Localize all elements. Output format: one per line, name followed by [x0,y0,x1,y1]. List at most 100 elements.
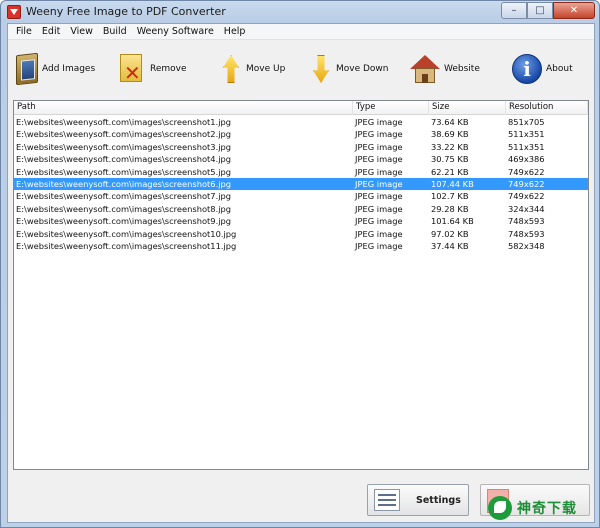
settings-label: Settings [416,494,461,506]
move-up-label: Move Up [246,64,286,74]
type-cell: JPEG image [355,228,403,239]
arrow-up-icon [220,53,242,85]
table-row[interactable]: E:\websites\weenysoft.com\images\screens… [14,190,588,202]
size-cell: 102.7 KB [431,191,469,202]
size-cell: 30.75 KB [431,154,469,165]
table-row[interactable]: E:\websites\weenysoft.com\images\screens… [14,128,588,140]
size-cell: 73.64 KB [431,117,469,127]
resolution-cell: 511x351 [508,141,545,152]
resolution-cell: 748x593 [508,216,545,227]
image-list[interactable]: Path Type Size Resolution E:\websites\we… [13,100,589,470]
table-row[interactable]: E:\websites\weenysoft.com\images\screens… [14,228,588,240]
add-images-label: Add Images [42,64,96,74]
move-down-button[interactable]: Move Down [310,49,389,89]
document-remove-icon: ✕ [120,54,146,84]
size-cell: 38.69 KB [431,129,469,140]
path-cell: E:\websites\weenysoft.com\images\screens… [16,129,232,140]
window-title: Weeny Free Image to PDF Converter [26,5,226,18]
size-cell: 97.02 KB [431,228,469,239]
path-cell: E:\websites\weenysoft.com\images\screens… [16,178,232,189]
path-cell: E:\websites\weenysoft.com\images\screens… [16,203,232,214]
list-body: E:\websites\weenysoft.com\images\screens… [14,116,588,252]
maximize-button[interactable]: □ [527,2,553,19]
resolution-cell: 511x351 [508,129,545,140]
client-area: File Edit View Build Weeny Software Help… [7,23,595,523]
path-cell: E:\websites\weenysoft.com\images\screens… [16,166,232,177]
menu-build[interactable]: Build [98,26,132,37]
window-controls: – □ ✕ [501,2,595,19]
arrow-down-icon [310,53,332,85]
type-cell: JPEG image [355,141,403,152]
resolution-cell: 582x348 [508,240,545,251]
resolution-cell: 324x344 [508,203,545,214]
settings-list-icon [374,489,400,511]
resolution-cell: 749x622 [508,178,545,189]
house-icon [410,53,440,85]
app-window: Weeny Free Image to PDF Converter – □ ✕ … [0,0,600,528]
about-label: About [546,64,573,74]
settings-button[interactable]: Settings [367,484,469,516]
type-cell: JPEG image [355,166,403,177]
path-cell: E:\websites\weenysoft.com\images\screens… [16,141,232,152]
type-cell: JPEG image [355,117,403,127]
red-x-mark: ✕ [124,61,141,85]
column-header-path[interactable]: Path [14,101,353,115]
watermark-logo-icon [488,496,512,520]
list-header: Path Type Size Resolution [14,101,588,115]
remove-label: Remove [150,64,187,74]
type-cell: JPEG image [355,178,403,189]
type-cell: JPEG image [355,203,403,214]
column-header-type[interactable]: Type [353,101,429,115]
menu-weeny-software[interactable]: Weeny Software [132,26,219,37]
menu-view[interactable]: View [65,26,98,37]
path-cell: E:\websites\weenysoft.com\images\screens… [16,228,237,239]
size-cell: 101.64 KB [431,216,474,227]
move-down-label: Move Down [336,64,389,74]
column-header-resolution[interactable]: Resolution [506,101,588,115]
type-cell: JPEG image [355,154,403,165]
picture-frame-icon [16,52,38,86]
minimize-button[interactable]: – [501,2,527,19]
website-button[interactable]: Website [410,49,480,89]
table-row[interactable]: E:\websites\weenysoft.com\images\screens… [14,240,588,252]
size-cell: 33.22 KB [431,141,469,152]
about-button[interactable]: i About [512,49,573,89]
table-row[interactable]: E:\websites\weenysoft.com\images\screens… [14,153,588,165]
path-cell: E:\websites\weenysoft.com\images\screens… [16,240,237,251]
title-bar[interactable]: Weeny Free Image to PDF Converter – □ ✕ [1,1,599,23]
remove-button[interactable]: ✕ Remove [120,49,187,89]
path-cell: E:\websites\weenysoft.com\images\screens… [16,216,232,227]
path-cell: E:\websites\weenysoft.com\images\screens… [16,154,232,165]
move-up-button[interactable]: Move Up [220,49,285,89]
menu-edit[interactable]: Edit [37,26,65,37]
watermark: 神奇下载 [488,494,577,522]
menu-help[interactable]: Help [219,26,251,37]
size-cell: 107.44 KB [431,178,474,189]
resolution-cell: 748x593 [508,228,545,239]
table-row[interactable]: E:\websites\weenysoft.com\images\screens… [14,166,588,178]
path-cell: E:\websites\weenysoft.com\images\screens… [16,117,232,127]
pdf-app-icon [7,5,21,19]
add-images-button[interactable]: Add Images [14,49,95,89]
toolbar: Add Images ✕ Remove Move Up Move Down We… [8,41,594,96]
watermark-text: 神奇下载 [517,501,577,517]
menu-file[interactable]: File [11,26,37,37]
website-label: Website [444,64,480,74]
close-button[interactable]: ✕ [553,2,595,19]
resolution-cell: 749x622 [508,166,545,177]
path-cell: E:\websites\weenysoft.com\images\screens… [16,191,232,202]
type-cell: JPEG image [355,216,403,227]
table-row[interactable]: E:\websites\weenysoft.com\images\screens… [14,215,588,227]
size-cell: 37.44 KB [431,240,469,251]
table-row[interactable]: E:\websites\weenysoft.com\images\screens… [14,177,588,191]
type-cell: JPEG image [355,129,403,140]
type-cell: JPEG image [355,240,403,251]
size-cell: 62.21 KB [431,166,469,177]
resolution-cell: 851x705 [508,117,545,127]
table-row[interactable]: E:\websites\weenysoft.com\images\screens… [14,116,588,128]
table-row[interactable]: E:\websites\weenysoft.com\images\screens… [14,203,588,215]
column-header-size[interactable]: Size [429,101,506,115]
type-cell: JPEG image [355,191,403,202]
table-row[interactable]: E:\websites\weenysoft.com\images\screens… [14,141,588,153]
resolution-cell: 469x386 [508,154,545,165]
